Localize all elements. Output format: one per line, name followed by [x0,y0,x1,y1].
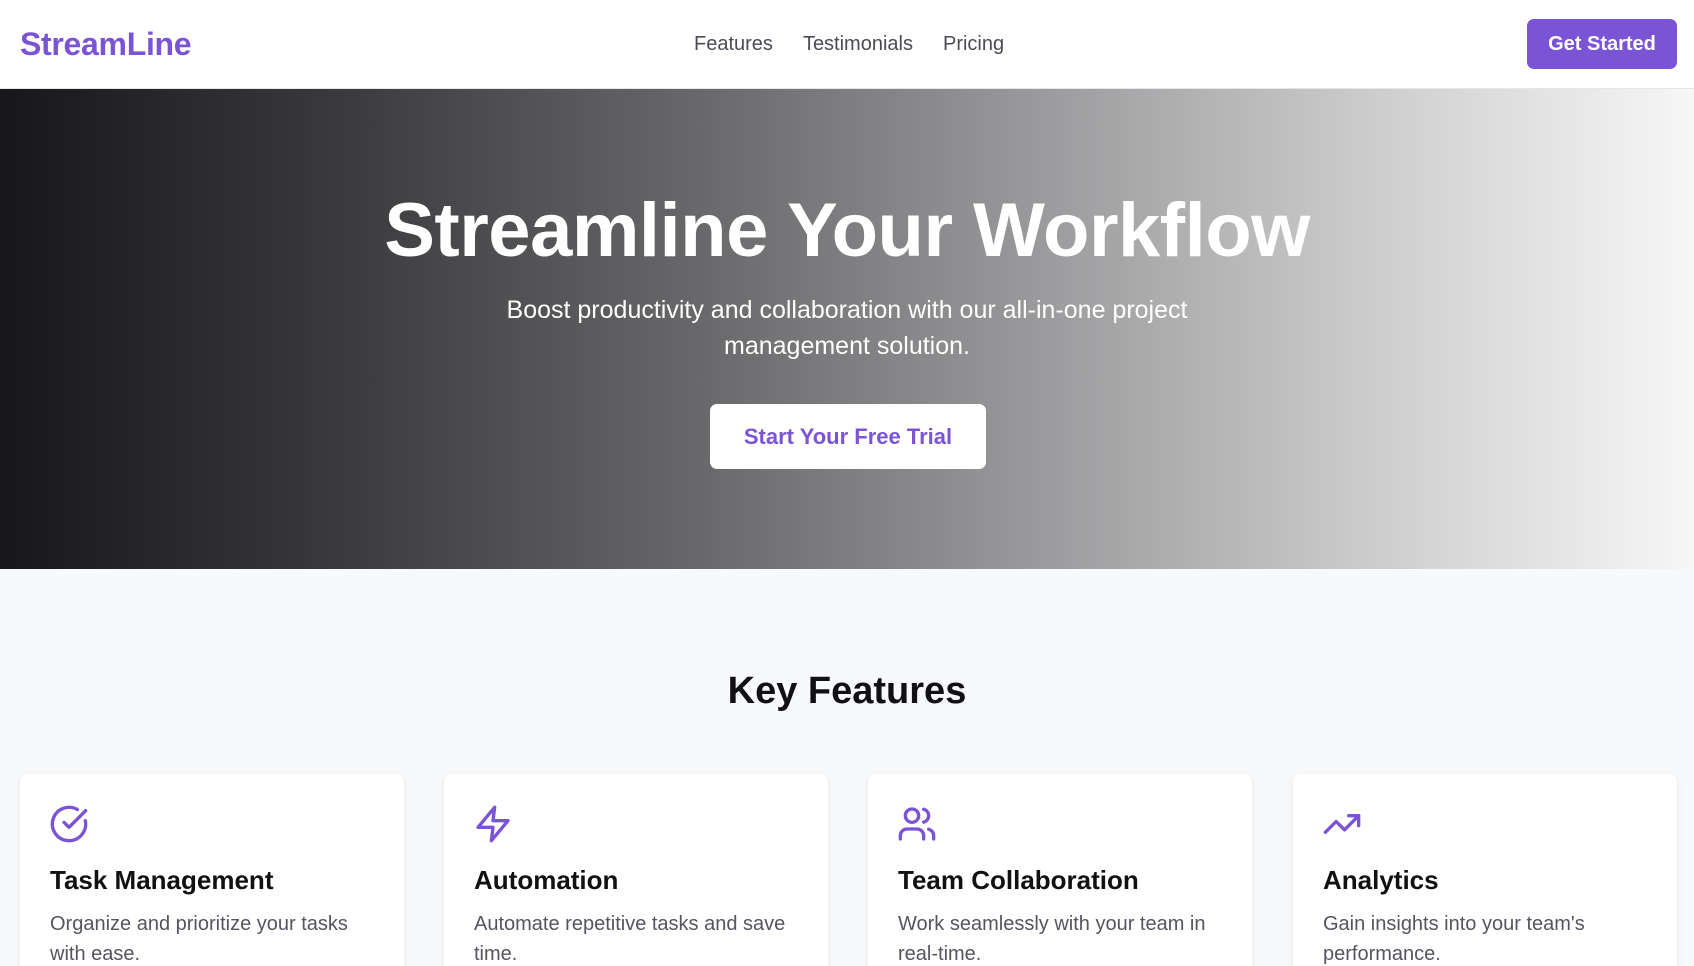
site-header: StreamLine Features Testimonials Pricing… [0,0,1694,89]
nav-link-testimonials[interactable]: Testimonials [803,30,913,58]
feature-description: Automate repetitive tasks and save time. [474,913,786,965]
brand-logo[interactable]: StreamLine [20,25,192,63]
hero-section: Streamline Your Workflow Boost productiv… [0,89,1694,569]
lightning-icon [473,804,513,844]
page: StreamLine Features Testimonials Pricing… [0,0,1694,966]
feature-title: Task Management [50,865,274,895]
users-icon [897,804,937,844]
nav-link-features[interactable]: Features [694,30,773,58]
hero-title: Streamline Your Workflow [384,188,1310,273]
get-started-button[interactable]: Get Started [1527,19,1677,69]
check-circle-icon [49,804,89,844]
feature-title: Analytics [1323,865,1439,895]
feature-card-analytics: Analytics Gain insights into your team's… [1293,774,1677,966]
feature-description: Work seamlessly with your team in real-t… [898,913,1206,965]
feature-description: Gain insights into your team's performan… [1323,913,1585,965]
feature-title: Team Collaboration [898,865,1139,895]
hero-subtitle: Boost productivity and collaboration wit… [506,296,1188,360]
main-nav: Features Testimonials Pricing [694,30,1004,58]
feature-description: Organize and prioritize your tasks with … [50,913,348,965]
nav-link-pricing[interactable]: Pricing [943,30,1004,58]
feature-card-task-management: Task Management Organize and prioritize … [20,774,404,966]
trending-up-icon [1322,804,1362,844]
feature-title: Automation [474,865,619,895]
start-free-trial-button[interactable]: Start Your Free Trial [710,404,986,469]
features-heading: Key Features [727,670,967,712]
feature-card-team-collaboration: Team Collaboration Work seamlessly with … [868,774,1252,966]
feature-card-automation: Automation Automate repetitive tasks and… [444,774,828,966]
